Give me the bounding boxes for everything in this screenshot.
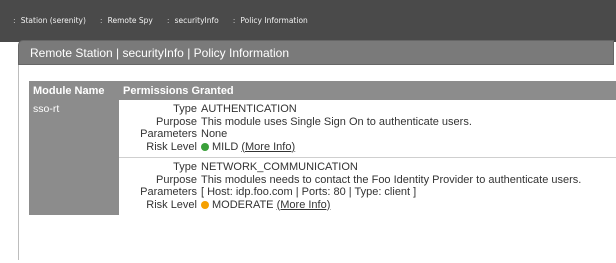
breadcrumb: : Station (serenity) : Remote Spy : secu… [13,12,322,28]
permissions-cell: Type AUTHENTICATION Purpose This module … [119,100,616,215]
breadcrumb-item-remote-spy[interactable]: : Remote Spy [100,16,153,25]
breadcrumb-label: Station (serenity) [20,15,86,25]
column-header-permissions-granted: Permissions Granted [119,81,616,100]
breadcrumb-label: Policy Information [240,15,308,25]
breadcrumb-label: securityInfo [174,15,219,25]
breadcrumb-item-policy-information[interactable]: : Policy Information [233,16,308,25]
risk-level-label: Risk Level [146,140,197,153]
breadcrumb-label: Remote Spy [107,15,153,25]
page-title: Remote Station | securityInfo | Policy I… [30,46,290,60]
type-label: Type [173,161,197,173]
panel-header: Remote Station | securityInfo | Policy I… [18,40,614,65]
permission-risk-row: Risk Level MODERATE (More Info) [119,199,616,212]
module-name-cell: sso-rt [29,100,119,215]
parameters-label: Parameters [140,128,197,140]
breadcrumb-separator-icon: : [99,15,103,25]
type-value: AUTHENTICATION [201,103,297,115]
parameters-value: None [201,128,228,140]
purpose-label: Purpose [156,115,197,128]
permission-entry: Type AUTHENTICATION Purpose This module … [119,100,616,158]
parameters-value: [ Host: idp.foo.com | Ports: 80 | Type: … [201,186,417,198]
risk-level-label: Risk Level [146,198,197,211]
purpose-value: This modules needs to contact the Foo Id… [201,173,582,186]
type-label: Type [173,103,197,115]
permission-type-row: Type AUTHENTICATION [119,103,616,116]
more-info-link[interactable]: (More Info) [241,141,295,153]
permission-parameters-row: Parameters None [119,128,616,141]
permission-purpose-row: Purpose This module uses Single Sign On … [119,116,616,129]
type-value: NETWORK_COMMUNICATION [201,161,358,173]
permission-entry: Type NETWORK_COMMUNICATION Purpose This … [119,158,616,215]
permission-risk-row: Risk Level MILD (More Info) [119,141,616,154]
risk-level-value: MILD (More Info) [201,141,295,154]
purpose-label: Purpose [156,173,197,186]
table-header-row: Module Name Permissions Granted [29,81,616,100]
breadcrumb-separator-icon: : [166,15,170,25]
risk-mild-status-icon [201,142,209,151]
permissions-table: Module Name Permissions Granted sso-rt T… [29,81,616,215]
column-header-module-name: Module Name [29,81,119,100]
risk-moderate-status-icon [201,200,209,209]
risk-level-text: MILD [212,140,239,153]
table-row: sso-rt Type AUTHENTICATION Purpose This … [29,100,616,215]
breadcrumb-item-station[interactable]: : Station (serenity) [13,16,86,25]
breadcrumb-separator-icon: : [232,15,236,25]
risk-level-value: MODERATE (More Info) [201,199,330,212]
permission-parameters-row: Parameters [ Host: idp.foo.com | Ports: … [119,186,616,199]
breadcrumb-bar: : Station (serenity) : Remote Spy : secu… [0,0,616,42]
permission-type-row: Type NETWORK_COMMUNICATION [119,161,616,174]
more-info-link[interactable]: (More Info) [277,199,331,211]
purpose-value: This module uses Single Sign On to authe… [201,115,472,128]
breadcrumb-item-security-info[interactable]: : securityInfo [167,16,219,25]
parameters-label: Parameters [140,186,197,198]
breadcrumb-separator-icon: : [13,15,16,25]
risk-level-text: MODERATE [212,198,274,211]
permission-purpose-row: Purpose This modules needs to contact th… [119,174,616,187]
